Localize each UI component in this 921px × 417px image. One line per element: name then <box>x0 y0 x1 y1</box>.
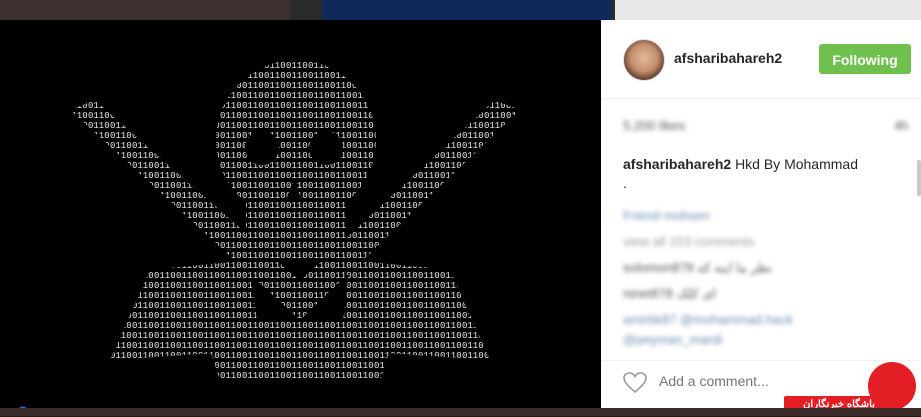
skull-crossbones-image: 0110 <box>70 60 520 380</box>
comment-line[interactable]: solomon878 نظر ما اینه که <box>623 260 772 276</box>
post-header: afsharibahareh2 Following <box>601 20 921 99</box>
post-image[interactable]: 0110 👤 <box>0 20 601 416</box>
caption-username[interactable]: afsharibahareh2 <box>623 156 731 172</box>
comment-line[interactable]: Friend mohsen <box>623 208 710 223</box>
caption: afsharibahareh2 Hkd By Mohammad <box>623 156 858 172</box>
background-feed-strip <box>0 0 921 20</box>
comments-scrollbar[interactable] <box>917 160 921 196</box>
view-all-comments-link[interactable]: view all 153 comments <box>623 234 755 249</box>
likes-count[interactable]: 5,200 likes <box>623 118 685 133</box>
avatar[interactable] <box>623 39 665 81</box>
watermark-logo: باشگاه خبرنگاران <box>784 354 921 416</box>
post-time[interactable]: 4h <box>894 118 908 133</box>
background-feed-strip-bottom <box>0 408 921 416</box>
comment-line[interactable]: amirbk87 @mohammad.hack <box>623 312 793 327</box>
caption-line2: . <box>623 175 627 191</box>
following-button[interactable]: Following <box>819 44 911 74</box>
comment-line[interactable]: @peyman_mardi <box>623 332 722 347</box>
comment-line[interactable]: ninet878 ای کلک <box>623 286 716 302</box>
caption-text: Hkd By Mohammad <box>735 156 858 172</box>
heart-icon[interactable] <box>623 372 647 394</box>
username-link[interactable]: afsharibahareh2 <box>674 50 782 66</box>
